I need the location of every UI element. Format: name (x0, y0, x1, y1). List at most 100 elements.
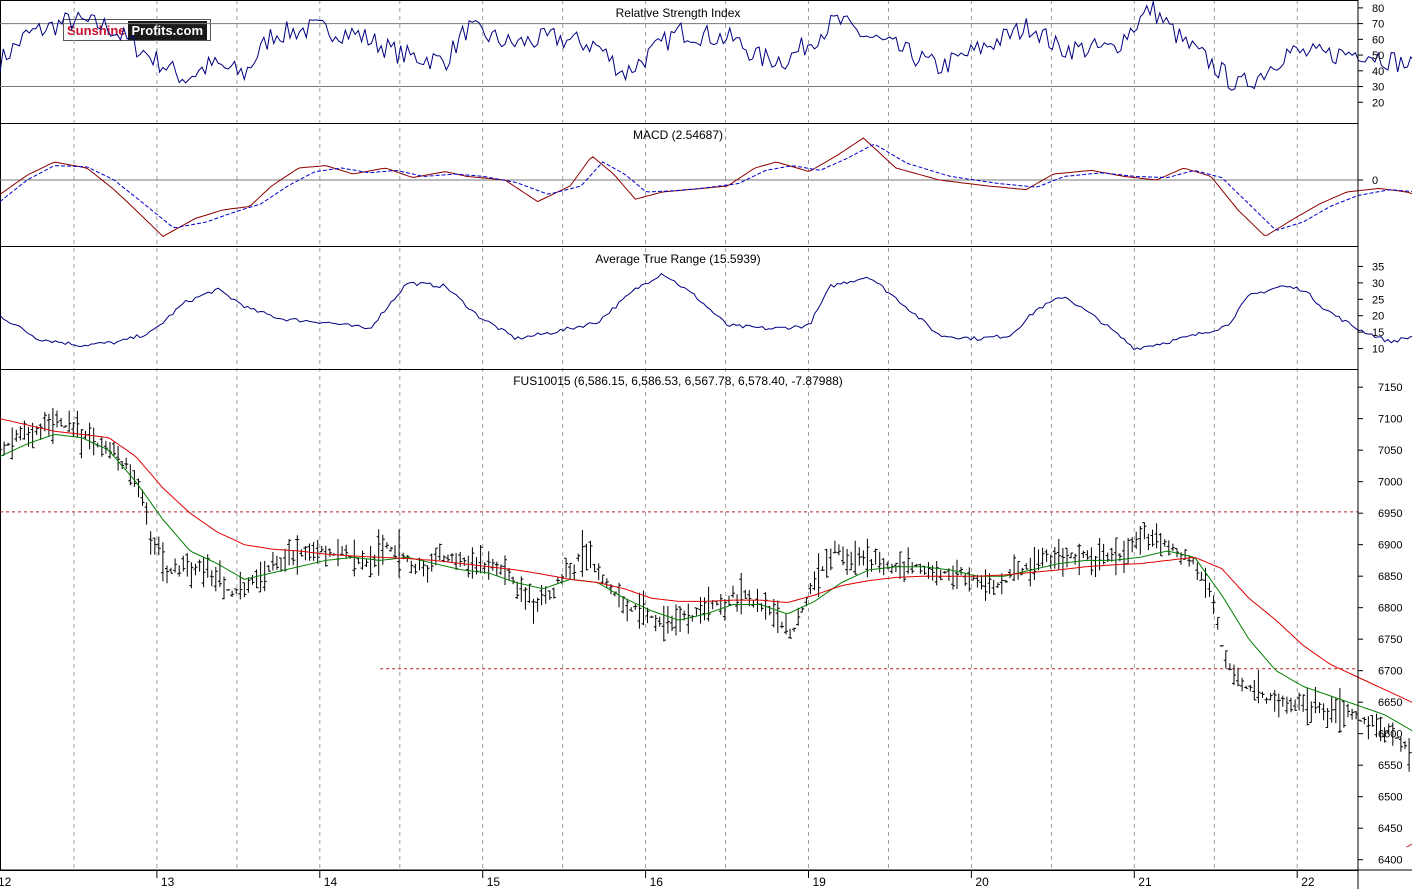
price-bar (547, 590, 552, 600)
price-bar (1358, 719, 1363, 722)
price-bar (360, 550, 365, 570)
pane-title: MACD (2.54687) (633, 128, 723, 142)
price-bar (46, 413, 51, 436)
price-bar (311, 541, 316, 561)
price-bar (79, 429, 84, 459)
price-bar (779, 621, 784, 629)
y-tick-label: 6400 (1378, 855, 1402, 867)
price-bar (714, 600, 719, 606)
y-tick-label: 35 (1372, 261, 1384, 273)
price-bar (274, 555, 279, 570)
price-bar (421, 560, 426, 577)
price-bar (1048, 554, 1053, 569)
price-bar (490, 559, 495, 571)
price-bar (295, 535, 300, 575)
price-bar (812, 571, 817, 591)
price-bar (494, 561, 499, 576)
price-bar (991, 579, 996, 595)
price-bar (498, 564, 503, 575)
price-bar (327, 548, 332, 557)
price-bar (193, 563, 198, 576)
price-bar (718, 594, 723, 615)
price-bar (478, 545, 483, 574)
price-bar (1317, 702, 1322, 714)
price-bar (55, 410, 59, 428)
price-bar (735, 594, 740, 612)
price-bar (1073, 553, 1078, 565)
stock-chart: Relative Strength Index MACD (2.54687) Ave… (0, 0, 1412, 889)
price-bar (393, 545, 397, 559)
price-bar (1366, 716, 1371, 740)
price-bar (515, 581, 520, 599)
price-bar (1284, 696, 1289, 714)
price-bar (1052, 547, 1057, 569)
price-bar (564, 557, 569, 578)
y-tick-label: 6450 (1378, 823, 1402, 835)
price-bar (409, 560, 414, 574)
price-bar (832, 540, 837, 554)
price-bar (234, 588, 239, 594)
price-bar (828, 548, 833, 571)
y-tick-label: 20 (1372, 311, 1384, 323)
price-bar (1337, 688, 1342, 733)
price-bar (319, 546, 324, 553)
price-bar (1065, 547, 1069, 568)
price-bar (889, 563, 894, 574)
pane-title: Average True Range (15.5939) (595, 252, 760, 266)
price-bar (1036, 549, 1041, 571)
price-bar (1089, 547, 1094, 576)
price-bar (262, 560, 267, 592)
price-bar (902, 561, 907, 583)
price-bar (788, 628, 793, 639)
price-bar (189, 562, 194, 589)
price-bar (466, 555, 471, 578)
price-bar (246, 577, 251, 593)
price-bar (368, 546, 373, 578)
price-bar (156, 536, 161, 556)
price-bar (254, 569, 259, 589)
price-bar (2, 441, 7, 456)
y-tick-label: 6900 (1378, 540, 1402, 552)
y-tick-label: 6650 (1378, 697, 1402, 709)
price-bar (600, 574, 605, 584)
price-bar (983, 569, 988, 601)
price-bar (633, 604, 638, 610)
price-bar (572, 564, 577, 580)
price-bar (462, 557, 467, 566)
x-tick-label: 16 (650, 875, 664, 889)
price-bar (197, 559, 202, 572)
y-tick-label: 80 (1372, 3, 1384, 15)
pane-title: Relative Strength Index (616, 6, 741, 20)
price-bar (853, 540, 858, 575)
price-bar (103, 440, 108, 454)
price-bar (283, 548, 288, 572)
price-bar (580, 530, 585, 577)
price-bar (1170, 543, 1175, 551)
price-bar (454, 553, 459, 571)
y-tick-label: 50 (1372, 50, 1384, 62)
price-bar (1260, 691, 1265, 698)
price-bar (1236, 667, 1240, 687)
x-tick-label: 22 (1301, 875, 1315, 889)
price-bar (1248, 684, 1253, 692)
price-bar (1032, 547, 1037, 581)
y-tick-label: 25 (1372, 294, 1384, 306)
price-bar (14, 429, 19, 442)
price-bar (1346, 703, 1350, 718)
price-bar (10, 427, 15, 460)
price-bar (59, 417, 64, 427)
price-bar (1195, 562, 1200, 581)
price-bar (1223, 650, 1228, 669)
price-bar (144, 502, 149, 525)
price-bar (1008, 568, 1012, 579)
price-bar (906, 547, 911, 574)
price-bar (568, 562, 573, 580)
price-bar (792, 627, 797, 632)
price-bar (242, 582, 247, 598)
price-bar (747, 590, 752, 607)
price-bar (784, 613, 788, 635)
price-bar (861, 550, 866, 566)
price-bar (364, 559, 369, 567)
price-bar (1215, 616, 1220, 630)
price-bar (1252, 680, 1257, 701)
